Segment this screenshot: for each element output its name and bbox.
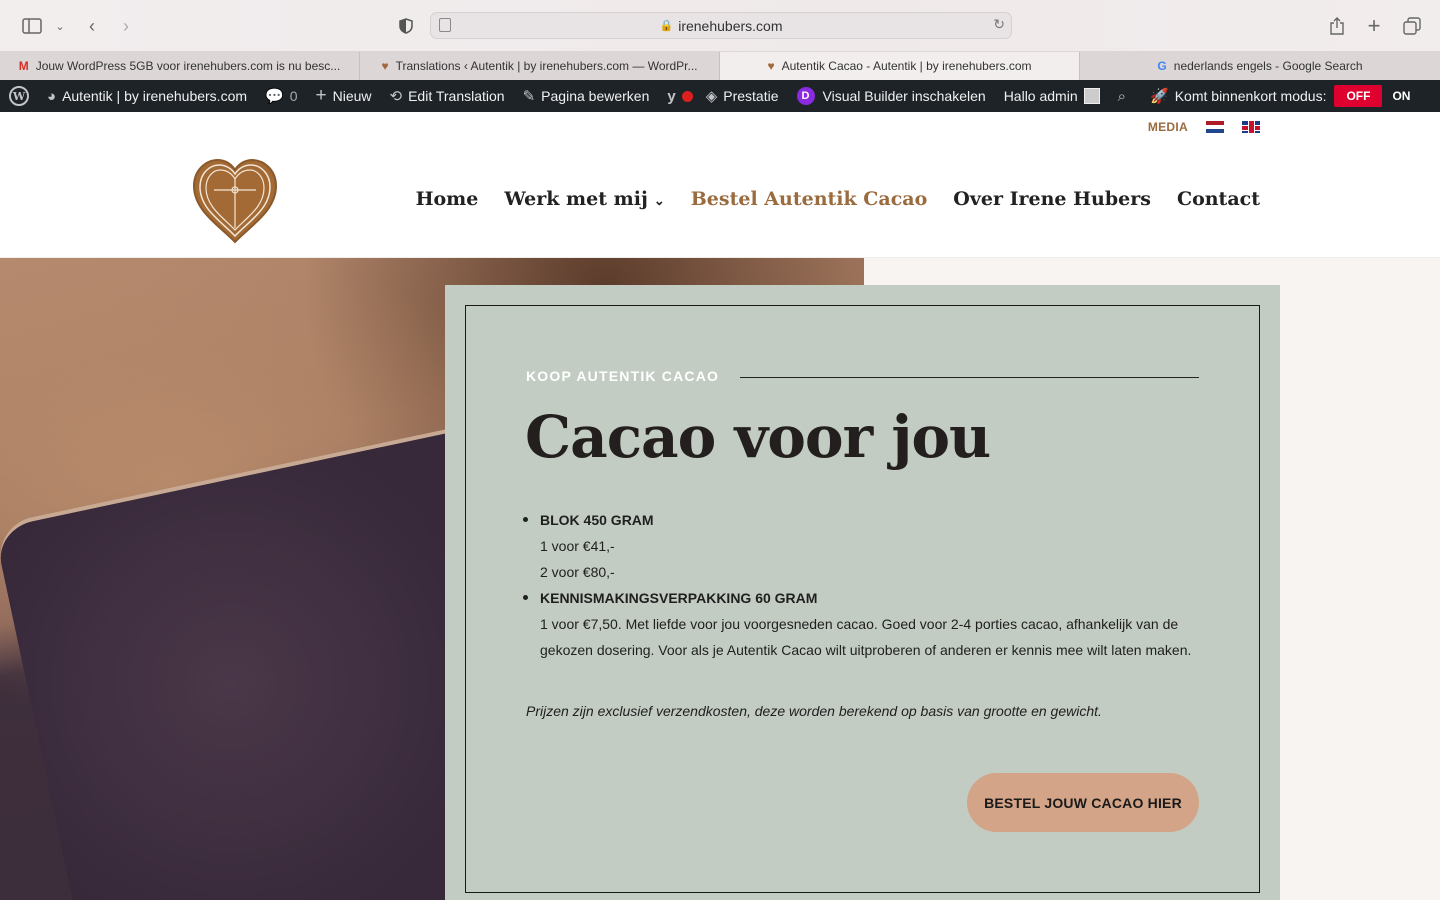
card-eyebrow: KOOP AUTENTIK CACAO [526,368,720,384]
nav-home[interactable]: Home [416,188,479,210]
coming-soon-on-button[interactable]: ON [1382,85,1420,107]
item-line: 1 voor €41,- [540,538,615,554]
divi-icon: D [796,87,815,105]
shipping-note: Prijzen zijn exclusief verzendkosten, de… [526,703,1102,719]
wordpress-icon: W [9,86,29,106]
tab-title: Translations ‹ Autentik | by irenehubers… [395,59,698,73]
lock-icon: 🔒 [659,20,674,32]
media-link[interactable]: MEDIA [1148,120,1188,134]
heart-logo-icon [192,158,278,244]
comment-count: 0 [289,88,298,104]
performance-icon: ◈ [705,88,718,105]
account-menu[interactable]: Hallo admin [995,80,1109,112]
nav-contact[interactable]: Contact [1177,188,1260,210]
translate-icon: ⟲ [389,88,403,105]
sidebar-toggle-icon[interactable] [20,14,44,38]
tab-gmail[interactable]: M Jouw WordPress 5GB voor irenehubers.co… [0,52,360,80]
coming-soon-label: Komt binnenkort modus: [1174,88,1327,104]
tab-translations[interactable]: ♥ Translations ‹ Autentik | by irenehube… [360,52,720,80]
item-title: KENNISMAKINGSVERPAKKING 60 GRAM [540,590,818,606]
chevron-down-icon[interactable]: ⌄ [48,14,72,38]
new-tab-icon[interactable]: + [1362,13,1386,38]
tab-overview-icon[interactable] [1400,14,1424,38]
url-text: irenehubers.com [678,17,783,34]
tab-title: Jouw WordPress 5GB voor irenehubers.com … [35,59,341,73]
google-icon: G [1157,59,1167,73]
nav-label: Werk met mij [504,188,648,210]
chevron-down-icon: ⌄ [653,194,665,209]
edit-translation-label: Edit Translation [408,88,505,104]
performance-label: Prestatie [723,88,779,104]
comment-icon: 💬 [265,88,284,105]
gmail-icon: M [18,59,29,73]
tab-google-search[interactable]: G nederlands engels - Google Search [1080,52,1440,80]
item-line: 2 voor €80,- [540,564,615,580]
new-label: Nieuw [332,88,372,104]
seo-status-dot [681,90,693,102]
share-icon[interactable] [1325,14,1349,38]
header-topbar: MEDIA [1148,120,1260,134]
edit-page-menu[interactable]: ✎ Pagina bewerken [514,80,659,112]
search-icon: ⌕ [1117,87,1127,105]
edit-translation-menu[interactable]: ⟲ Edit Translation [381,80,514,112]
nav-bestel-autentik-cacao[interactable]: Bestel Autentik Cacao [691,188,928,210]
english-flag-icon[interactable] [1242,121,1260,133]
browser-toolbar: ⌄ ‹ › 🔒 irenehubers.com ↻ + [0,0,1440,52]
product-card: KOOP AUTENTIK CACAO Cacao voor jou BLOK … [445,285,1280,900]
visual-builder-label: Visual Builder inschakelen [822,88,986,104]
price-list: BLOK 450 GRAM 1 voor €41,- 2 voor €80,- … [523,507,1205,663]
performance-menu[interactable]: ◈ Prestatie [697,80,788,112]
yoast-menu[interactable]: y [658,80,696,112]
coming-soon-off-button[interactable]: OFF [1334,85,1383,107]
rocket-icon: 🚀 [1150,88,1169,105]
list-item: BLOK 450 GRAM 1 voor €41,- 2 voor €80,- [523,507,1205,585]
reload-icon[interactable]: ↻ [993,16,1005,33]
back-arrow-icon[interactable]: ‹ [80,14,104,38]
greeting-label: Hallo admin [1003,88,1078,104]
site-header: MEDIA Home Werk met mij ⌄ Bestel Autentik… [0,112,1440,258]
visual-builder-menu[interactable]: D Visual Builder inschakelen [788,80,995,112]
site-logo[interactable] [190,156,280,246]
page-icon [439,18,451,32]
heart-icon: ♥ [381,59,389,73]
eyebrow-divider [740,377,1199,378]
list-item: KENNISMAKINGSVERPAKKING 60 GRAM 1 voor €… [523,585,1205,663]
yoast-icon: y [667,87,676,105]
new-content-menu[interactable]: + Nieuw [307,80,381,112]
tab-title: Autentik Cacao - Autentik | by irenehube… [781,59,1032,73]
card-heading: Cacao voor jou [525,403,991,471]
comments-menu[interactable]: 💬 0 [256,80,306,112]
dutch-flag-icon[interactable] [1206,121,1224,133]
avatar [1083,88,1100,104]
forward-arrow-icon[interactable]: › [114,14,138,38]
edit-page-label: Pagina bewerken [541,88,650,104]
nav-over-irene-hubers[interactable]: Over Irene Hubers [953,188,1151,210]
site-name-menu[interactable]: ◕ Autentik | by irenehubers.com [38,80,256,112]
heart-icon: ♥ [767,59,775,73]
tab-bar: M Jouw WordPress 5GB voor irenehubers.co… [0,52,1440,80]
order-cacao-button[interactable]: BESTEL JOUW CACAO HIER [967,773,1199,832]
nav-werk-met-mij[interactable]: Werk met mij ⌄ [504,188,664,210]
tab-autentik-cacao[interactable]: ♥ Autentik Cacao - Autentik | by irenehu… [720,52,1080,80]
site-name: Autentik | by irenehubers.com [62,88,248,104]
tab-title: nederlands engels - Google Search [1173,59,1363,73]
address-bar[interactable]: 🔒 irenehubers.com ↻ [430,12,1012,39]
wp-logo-menu[interactable]: W [0,80,38,112]
dashboard-icon: ◕ [47,87,57,105]
pencil-icon: ✎ [522,88,536,105]
search-menu[interactable]: ⌕ [1109,80,1141,112]
shield-icon[interactable] [394,14,418,38]
coming-soon-menu[interactable]: 🚀 Komt binnenkort modus: OFF ON [1141,80,1429,112]
wp-admin-bar: W ◕ Autentik | by irenehubers.com 💬 0 + … [0,80,1440,112]
item-line: 1 voor €7,50. Met liefde voor jou voorge… [540,616,1192,658]
plus-icon: + [315,85,327,106]
item-title: BLOK 450 GRAM [540,512,654,528]
main-nav: Home Werk met mij ⌄ Bestel Autentik Cacao… [416,188,1260,210]
